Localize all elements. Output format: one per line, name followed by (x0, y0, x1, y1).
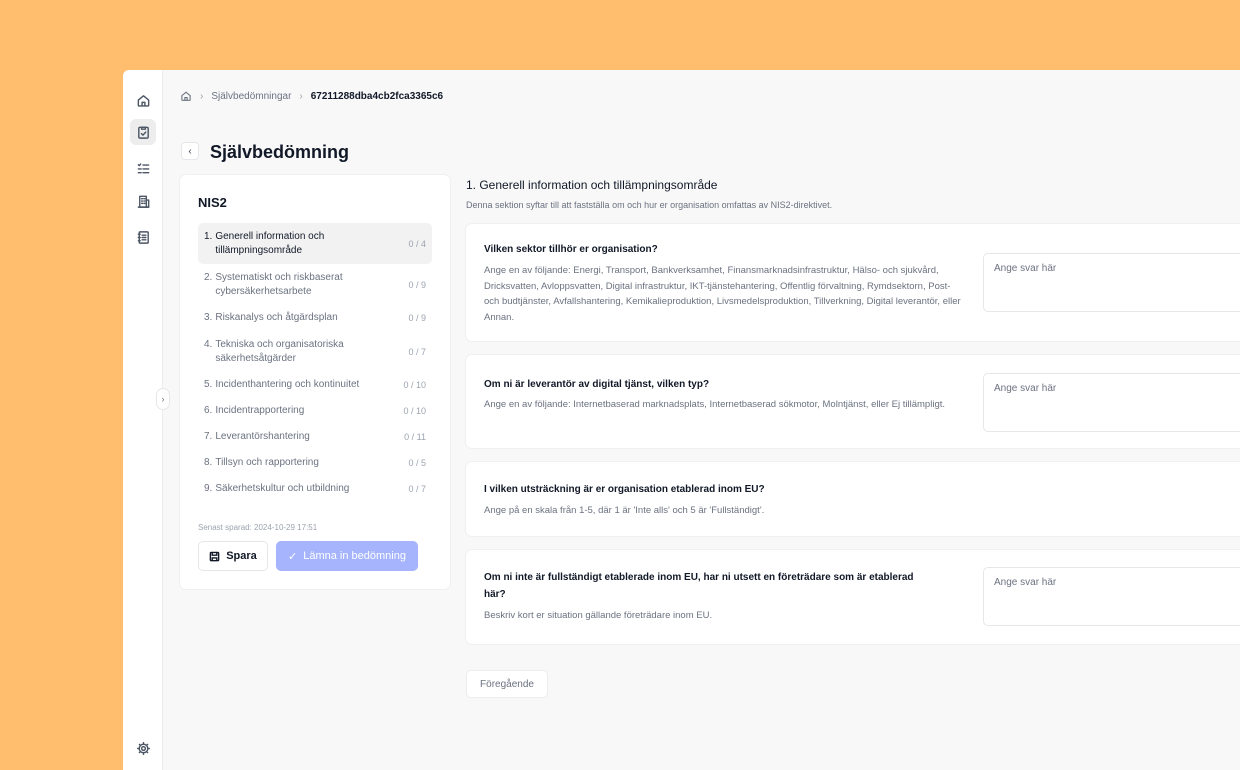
section-progress-count: 0 / 7 (408, 484, 426, 494)
breadcrumb-separator: › (299, 90, 303, 102)
back-button[interactable]: ‹ (181, 142, 199, 160)
section-description: Denna sektion syftar till att fastställa… (466, 200, 833, 210)
section-nav-item[interactable]: 6. Incidentrapportering 0 / 10 (198, 398, 432, 424)
section-number: 1. (204, 230, 213, 242)
section-label: Tillsyn och rapportering (215, 457, 319, 468)
answer-input[interactable] (983, 567, 1240, 626)
section-number: 2. (204, 271, 213, 283)
question-title: Vilken sektor tillhör er organisation? (484, 244, 658, 255)
submit-button-label: Lämna in bedömning (303, 550, 406, 562)
question-help: Ange en av följande: Energi, Transport, … (484, 265, 961, 323)
section-progress-count: 0 / 5 (408, 458, 426, 468)
question-card: Om ni är leverantör av digital tjänst, v… (466, 355, 1240, 448)
question-help: Ange en av följande: Internetbaserad mar… (484, 399, 946, 410)
breadcrumb-separator: › (200, 90, 204, 102)
breadcrumb: › Självbedömningar › 67211288dba4cb2fca3… (180, 89, 443, 103)
question-help: Ange på en skala från 1-5, där 1 är 'Int… (484, 505, 765, 516)
section-nav-card: NIS2 1. Generell information och tillämpn… (180, 175, 450, 589)
section-nav-list: 1. Generell information och tillämpningso… (198, 223, 432, 502)
section-nav-item[interactable]: 8. Tillsyn och rapportering 0 / 5 (198, 450, 432, 476)
chevron-left-icon: ‹ (188, 145, 192, 157)
section-title: 1. Generell information och tillämpnings… (466, 178, 718, 192)
section-nav-item[interactable]: 9. Säkerhetskultur och utbildning 0 / 7 (198, 476, 432, 502)
question-help: Beskriv kort er situation gällande föret… (484, 610, 713, 621)
section-number: 4. (204, 338, 213, 350)
gear-icon[interactable] (130, 735, 156, 761)
submit-assessment-button[interactable]: ✓ Lämna in bedömning (276, 541, 418, 571)
section-number: 3. (204, 312, 213, 323)
section-progress-count: 0 / 10 (403, 406, 426, 416)
clipboard-check-icon[interactable] (130, 119, 156, 145)
section-label: Riskanalys och åtgärdsplan (215, 312, 338, 323)
question-card: Vilken sektor tillhör er organisation? A… (466, 224, 1240, 341)
section-number: 8. (204, 457, 213, 468)
breadcrumb-home-icon[interactable] (180, 90, 192, 102)
section-label: Systematiskt och riskbaserat cybersäkerh… (215, 271, 343, 297)
section-label: Incidenthantering och kontinuitet (215, 379, 360, 390)
building-icon[interactable] (130, 188, 156, 214)
chevron-right-icon: › (161, 394, 165, 404)
home-icon[interactable] (130, 87, 156, 113)
section-label: Generell information och tillämpningsomr… (215, 230, 325, 256)
question-card: Om ni inte är fullständigt etablerade in… (466, 550, 1240, 644)
section-number: 9. (204, 483, 213, 494)
question-title: Om ni är leverantör av digital tjänst, v… (484, 379, 710, 390)
checklist-icon[interactable] (130, 155, 156, 181)
breadcrumb-item-selfassessments[interactable]: Självbedömningar (211, 91, 291, 102)
section-label: Tekniska och organisatoriska säkerhetsåt… (215, 338, 344, 364)
save-button-label: Spara (226, 550, 257, 562)
section-label: Incidentrapportering (215, 405, 305, 416)
breadcrumb-current: 67211288dba4cb2fca3365c6 (310, 90, 444, 102)
section-label: Leverantörshantering (215, 431, 310, 442)
icon-rail (123, 70, 163, 770)
section-nav-item[interactable]: 5. Incidenthantering och kontinuitet 0 / … (198, 372, 432, 398)
section-number: 5. (204, 379, 213, 390)
question-title: I vilken utsträckning är er organisation… (484, 484, 765, 495)
section-nav-item[interactable]: 4. Tekniska och organisatoriska säkerhets… (198, 331, 432, 372)
question-title: Om ni inte är fullständigt etablerade in… (484, 572, 914, 600)
section-progress-count: 0 / 9 (408, 313, 426, 323)
section-progress-count: 0 / 10 (403, 380, 426, 390)
sidebar-expand-toggle[interactable]: › (156, 388, 170, 410)
section-progress-count: 0 / 11 (404, 432, 426, 442)
section-number: 6. (204, 405, 213, 416)
section-label: Säkerhetskultur och utbildning (215, 483, 350, 494)
app-window: › › Självbedömningar › 67211288dba4cb2fc… (123, 70, 1240, 770)
section-progress-count: 0 / 7 (408, 346, 426, 357)
save-icon (209, 551, 220, 561)
save-button[interactable]: Spara (198, 541, 268, 571)
section-progress-count: 0 / 9 (408, 279, 426, 290)
section-nav-item[interactable]: 3. Riskanalys och åtgärdsplan 0 / 9 (198, 305, 432, 331)
section-nav-item[interactable]: 7. Leverantörshantering 0 / 11 (198, 424, 432, 450)
notebook-icon[interactable] (130, 224, 156, 250)
last-saved-text: Senast sparad: 2024-10-29 17:51 (198, 523, 318, 532)
page-title: Självbedömning (210, 142, 350, 162)
answer-input[interactable] (983, 253, 1240, 312)
section-nav-item[interactable]: 1. Generell information och tillämpningso… (198, 223, 432, 264)
check-icon: ✓ (288, 550, 298, 563)
framework-title: NIS2 (198, 195, 227, 210)
section-number: 7. (204, 431, 213, 442)
answer-input[interactable] (983, 373, 1240, 432)
section-nav-item[interactable]: 2. Systematiskt och riskbaserat cybersäke… (198, 264, 432, 305)
previous-button[interactable]: Föregående (466, 670, 548, 698)
section-progress-count: 0 / 4 (408, 238, 426, 249)
question-card: I vilken utsträckning är er organisation… (466, 462, 1240, 536)
